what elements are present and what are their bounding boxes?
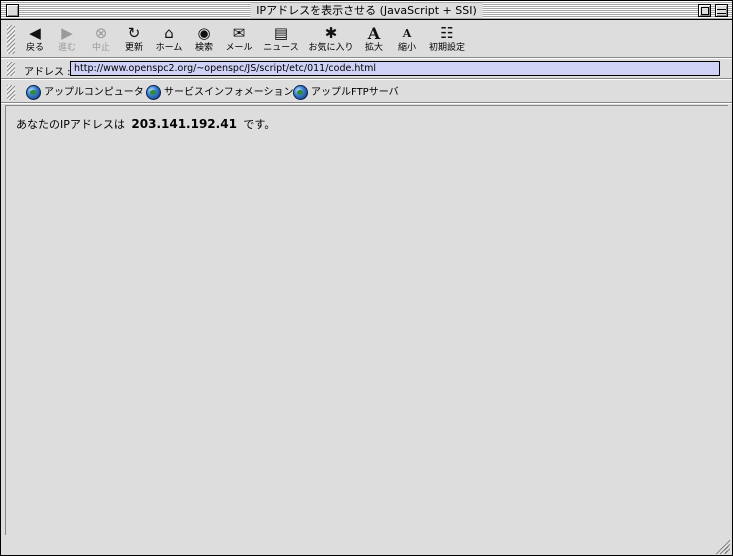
search-button[interactable]: ◉ 検索 — [190, 24, 218, 56]
globe-icon — [146, 84, 161, 100]
text-larger-button[interactable]: A 拡大 — [361, 24, 387, 56]
search-label: 検索 — [194, 43, 213, 53]
address-bar: アドレス : — [1, 59, 732, 79]
favorites-bar: アップルコンピュータ サービスインフォメーション アップルFTPサーバ — [1, 81, 732, 103]
favorite-label: アップルFTPサーバ — [311, 87, 399, 98]
forward-button[interactable]: ▶ 進む — [53, 24, 81, 56]
stop-label: 中止 — [91, 43, 110, 53]
favorite-apple-ftp-server[interactable]: アップルFTPサーバ — [293, 84, 399, 101]
favorites-button[interactable]: ✱ お気に入り — [306, 24, 356, 56]
text-larger-label: 拡大 — [364, 43, 383, 53]
news-button[interactable]: ▤ ニュース — [261, 24, 301, 56]
text-larger-icon: A — [367, 24, 381, 43]
address-input[interactable] — [70, 61, 720, 76]
favorites-grip-icon[interactable] — [7, 85, 15, 100]
preferences-label: 初期設定 — [428, 43, 465, 53]
window-title: IPアドレスを表示させる (JavaScript + SSI) — [250, 3, 483, 18]
collapse-box-icon[interactable] — [715, 4, 728, 17]
news-icon: ▤ — [273, 24, 289, 42]
address-grip-icon[interactable] — [7, 62, 15, 76]
title-bar[interactable]: IPアドレスを表示させる (JavaScript + SSI) — [1, 1, 732, 20]
browser-window: IPアドレスを表示させる (JavaScript + SSI) ◀ 戻る ▶ 進… — [0, 0, 733, 556]
text-smaller-icon: A — [402, 27, 412, 40]
stop-button[interactable]: ⊗ 中止 — [87, 24, 115, 56]
zoom-box-icon[interactable] — [698, 4, 711, 17]
news-label: ニュース — [263, 43, 299, 53]
favorites-icon: ✱ — [324, 24, 338, 42]
ip-suffix: です。 — [243, 118, 276, 131]
home-label: ホーム — [155, 43, 183, 53]
resize-handle-icon[interactable] — [715, 539, 730, 554]
favorite-label: アップルコンピュータ — [44, 87, 144, 98]
back-label: 戻る — [25, 43, 44, 53]
close-box-icon[interactable] — [6, 4, 19, 17]
ip-prefix: あなたのIPアドレスは — [16, 118, 125, 131]
favorite-label: サービスインフォメーション — [164, 87, 294, 98]
refresh-label: 更新 — [124, 43, 143, 53]
globe-icon — [26, 84, 41, 100]
refresh-button[interactable]: ↻ 更新 — [120, 24, 148, 56]
text-smaller-button[interactable]: A 縮小 — [394, 24, 420, 56]
preferences-button[interactable]: ☷ 初期設定 — [426, 24, 468, 56]
back-button[interactable]: ◀ 戻る — [21, 24, 49, 56]
search-icon: ◉ — [197, 24, 211, 42]
toolbar-grip-icon[interactable] — [7, 25, 15, 54]
preferences-icon: ☷ — [440, 24, 454, 42]
globe-icon — [293, 84, 308, 100]
stop-icon: ⊗ — [94, 24, 108, 42]
home-button[interactable]: ⌂ ホーム — [152, 24, 186, 56]
mail-label: メール — [225, 43, 253, 53]
text-smaller-label: 縮小 — [397, 43, 416, 53]
favorites-label: お気に入り — [308, 43, 354, 53]
status-bar — [1, 537, 732, 555]
forward-icon: ▶ — [61, 24, 73, 42]
ip-message: あなたのIPアドレスは 203.141.192.41 です。 — [16, 116, 275, 132]
mail-icon: ✉ — [232, 24, 246, 42]
back-icon: ◀ — [29, 24, 41, 42]
toolbar: ◀ 戻る ▶ 進む ⊗ 中止 ↻ 更新 ⌂ ホーム ◉ 検索 ✉ メール ▤ ニ — [1, 21, 732, 58]
ip-address: 203.141.192.41 — [131, 117, 237, 131]
refresh-icon: ↻ — [127, 24, 141, 42]
forward-label: 進む — [57, 43, 76, 53]
mail-button[interactable]: ✉ メール — [222, 24, 256, 56]
page-content: あなたのIPアドレスは 203.141.192.41 です。 — [5, 105, 728, 535]
favorite-apple-computer[interactable]: アップルコンピュータ — [26, 84, 144, 101]
address-label: アドレス : — [24, 67, 71, 78]
favorite-service-information[interactable]: サービスインフォメーション — [146, 84, 294, 101]
home-icon: ⌂ — [164, 24, 174, 42]
